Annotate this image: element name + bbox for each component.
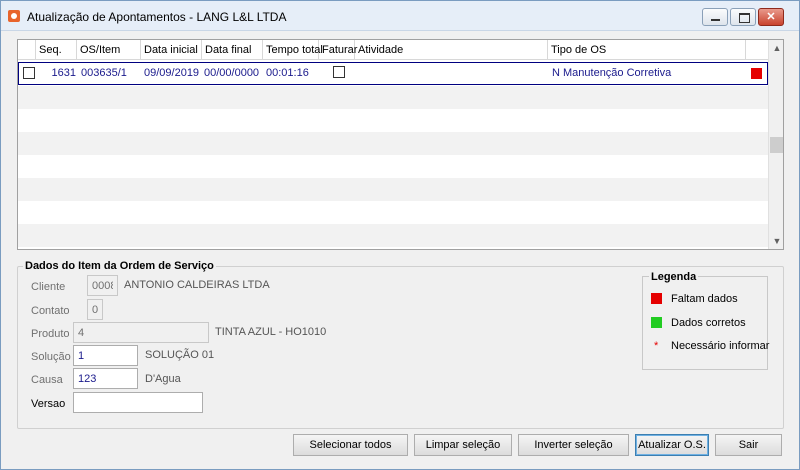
status-indicator — [751, 68, 762, 79]
exit-button[interactable]: Sair — [715, 434, 782, 456]
table-row[interactable]: 1631 003635/1 09/09/2019 00/00/0000 00:0… — [18, 62, 768, 85]
cell-data-final: 00/00/0000 — [204, 67, 260, 79]
cell-tempo-total: 00:01:16 — [266, 67, 309, 79]
col-data-inicial[interactable]: Data inicial — [141, 40, 202, 60]
col-checkbox — [18, 40, 36, 60]
table-row[interactable] — [18, 155, 768, 178]
cell-tipo-os: N Manutenção Corretiva — [552, 67, 672, 79]
app-icon — [8, 10, 20, 22]
table-row[interactable] — [18, 201, 768, 224]
window-title: Atualização de Apontamentos - LANG L&L L… — [27, 10, 287, 24]
maximize-button[interactable] — [730, 8, 756, 26]
table-row[interactable] — [18, 224, 768, 247]
invert-selection-button[interactable]: Inverter seleção — [518, 434, 629, 456]
produto-name: TINTA AZUL - HO1010 — [215, 326, 327, 338]
legend-missing-label: Faltam dados — [671, 293, 738, 305]
green-swatch-icon — [651, 317, 662, 328]
update-os-button[interactable]: Atualizar O.S. — [635, 434, 709, 456]
vertical-scrollbar[interactable]: ▲ ▼ — [768, 40, 783, 249]
legend-title: Legenda — [649, 271, 699, 283]
scroll-thumb[interactable] — [770, 137, 783, 153]
red-swatch-icon — [651, 293, 662, 304]
appointments-grid[interactable]: Seq. OS/Item Data inicial Data final Tem… — [17, 39, 784, 250]
chevron-up-icon[interactable]: ▲ — [769, 40, 783, 56]
asterisk-icon: * — [654, 340, 659, 352]
clear-selection-button[interactable]: Limpar seleção — [414, 434, 512, 456]
solucao-field[interactable] — [73, 345, 138, 366]
legend-correct-label: Dados corretos — [671, 317, 746, 329]
solucao-name: SOLUÇÃO 01 — [145, 349, 215, 361]
col-faturar[interactable]: Faturar — [319, 40, 357, 60]
faturar-checkbox[interactable] — [333, 66, 345, 78]
grid-header: Seq. OS/Item Data inicial Data final Tem… — [18, 40, 768, 60]
cliente-code-field[interactable] — [87, 275, 118, 296]
title-bar[interactable]: Atualização de Apontamentos - LANG L&L L… — [1, 1, 799, 31]
col-tipo-os[interactable]: Tipo de OS — [548, 40, 746, 60]
table-row[interactable] — [18, 109, 768, 132]
close-icon: ✕ — [766, 11, 776, 23]
contato-field[interactable] — [87, 299, 103, 320]
table-row[interactable] — [18, 86, 768, 109]
select-all-button[interactable]: Selecionar todos — [293, 434, 408, 456]
cell-data-inicial: 09/09/2019 — [144, 67, 200, 79]
cliente-label: Cliente — [31, 281, 66, 293]
chevron-down-icon[interactable]: ▼ — [769, 233, 783, 249]
produto-label: Produto — [31, 328, 70, 340]
legend-required-label: Necessário informar — [671, 340, 770, 352]
main-window: Atualização de Apontamentos - LANG L&L L… — [0, 0, 800, 470]
col-atividade[interactable]: Atividade — [355, 40, 548, 60]
details-title: Dados do Item da Ordem de Serviço — [23, 260, 216, 272]
col-seq[interactable]: Seq. — [36, 40, 77, 60]
close-button[interactable]: ✕ — [758, 8, 784, 26]
causa-name: D'Agua — [145, 373, 181, 385]
versao-field[interactable] — [73, 392, 203, 413]
solucao-label: Solução — [31, 351, 71, 363]
col-tempo-total[interactable]: Tempo total — [263, 40, 323, 60]
causa-field[interactable] — [73, 368, 138, 389]
col-os-item[interactable]: OS/Item — [77, 40, 141, 60]
row-select-checkbox[interactable] — [23, 67, 35, 79]
versao-label: Versao — [31, 398, 66, 410]
table-row[interactable] — [18, 178, 768, 201]
col-status — [746, 40, 768, 60]
minimize-button[interactable] — [702, 8, 728, 26]
col-data-final[interactable]: Data final — [202, 40, 263, 60]
causa-label: Causa — [31, 374, 63, 386]
table-row[interactable] — [18, 132, 768, 155]
cliente-name: ANTONIO CALDEIRAS LTDA — [124, 279, 270, 291]
contato-label: Contato — [31, 305, 70, 317]
cell-os-item: 003635/1 — [81, 67, 127, 79]
cell-seq: 1631 — [51, 67, 76, 79]
produto-code-field[interactable] — [73, 322, 209, 343]
